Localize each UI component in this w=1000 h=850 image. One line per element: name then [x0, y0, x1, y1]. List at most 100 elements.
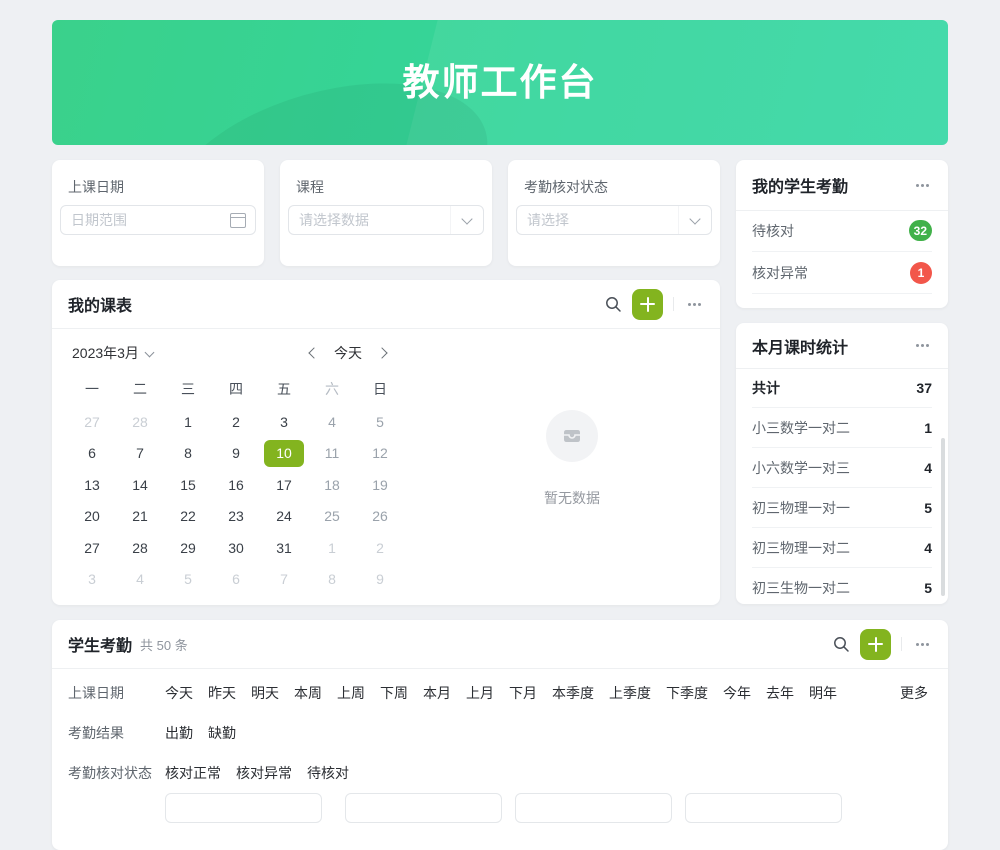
- calendar-day[interactable]: 18: [308, 469, 356, 501]
- calendar-day[interactable]: 26: [356, 501, 404, 533]
- header-banner: 教师工作台: [52, 20, 948, 145]
- calendar-day[interactable]: 17: [260, 469, 308, 501]
- filter-row: 考勤结果出勤缺勤: [68, 713, 932, 753]
- filter-option[interactable]: 昨天: [208, 683, 236, 703]
- search-icon[interactable]: [832, 635, 850, 653]
- calendar-day[interactable]: 22: [164, 501, 212, 533]
- calendar-day[interactable]: 27: [68, 532, 116, 564]
- filter-option[interactable]: 今年: [723, 683, 751, 703]
- calendar-day[interactable]: 1: [308, 532, 356, 564]
- stat-label: 小六数学一对三: [752, 458, 850, 478]
- filter-option[interactable]: 上季度: [609, 683, 651, 703]
- summary-row[interactable]: 核对异常1: [752, 252, 932, 294]
- calendar-day[interactable]: 15: [164, 469, 212, 501]
- filter-option[interactable]: 明年: [809, 683, 837, 703]
- card-title: 学生考勤: [68, 632, 132, 656]
- filter-option[interactable]: 上月: [466, 683, 494, 703]
- calendar-day[interactable]: 8: [308, 564, 356, 596]
- my-timetable-card: 我的课表 2023年3月 今天 一二三四五六日 2728123456789101…: [52, 280, 720, 605]
- calendar-day[interactable]: 2: [356, 532, 404, 564]
- date-range-input[interactable]: [61, 212, 230, 228]
- stat-label: 初三物理一对一: [752, 498, 850, 518]
- filter-option[interactable]: 缺勤: [208, 723, 236, 743]
- calendar-day[interactable]: 5: [164, 564, 212, 596]
- stat-label: 小三数学一对二: [752, 418, 850, 438]
- filter-input[interactable]: [165, 793, 322, 823]
- calendar-day[interactable]: 13: [68, 469, 116, 501]
- calendar-day[interactable]: 23: [212, 501, 260, 533]
- filter-option[interactable]: 今天: [165, 683, 193, 703]
- check-status-select[interactable]: 请选择: [516, 205, 712, 235]
- today-button[interactable]: 今天: [334, 343, 362, 363]
- more-menu-button[interactable]: [912, 175, 932, 195]
- more-menu-button[interactable]: [684, 294, 704, 314]
- calendar-day[interactable]: 7: [116, 438, 164, 470]
- calendar-day[interactable]: 21: [116, 501, 164, 533]
- calendar-day[interactable]: 24: [260, 501, 308, 533]
- more-menu-button[interactable]: [912, 634, 932, 654]
- filter-option[interactable]: 本周: [294, 683, 322, 703]
- calendar-day[interactable]: 9: [212, 438, 260, 470]
- next-month-button[interactable]: [376, 347, 387, 358]
- calendar-day[interactable]: 7: [260, 564, 308, 596]
- filter-option[interactable]: 本月: [423, 683, 451, 703]
- calendar-day[interactable]: 28: [116, 406, 164, 438]
- calendar-day[interactable]: 10: [260, 438, 308, 470]
- calendar-day[interactable]: 4: [116, 564, 164, 596]
- filter-option[interactable]: 去年: [766, 683, 794, 703]
- calendar-day[interactable]: 5: [356, 406, 404, 438]
- filter-option[interactable]: 核对异常: [236, 763, 292, 783]
- course-select[interactable]: 请选择数据: [288, 205, 484, 235]
- calendar-day[interactable]: 25: [308, 501, 356, 533]
- calendar-day[interactable]: 1: [164, 406, 212, 438]
- search-icon[interactable]: [604, 295, 622, 313]
- calendar-day[interactable]: 6: [68, 438, 116, 470]
- filter-option[interactable]: 明天: [251, 683, 279, 703]
- month-dropdown[interactable]: 2023年3月: [72, 343, 139, 363]
- calendar-day[interactable]: 3: [260, 406, 308, 438]
- filter-option[interactable]: 本季度: [552, 683, 594, 703]
- calendar-day[interactable]: 20: [68, 501, 116, 533]
- calendar-day[interactable]: 19: [356, 469, 404, 501]
- filter-option[interactable]: 下季度: [666, 683, 708, 703]
- date-range-field[interactable]: [60, 205, 256, 235]
- add-button[interactable]: [632, 289, 663, 320]
- filter-option[interactable]: 出勤: [165, 723, 193, 743]
- scrollbar-thumb[interactable]: [941, 438, 945, 596]
- filter-option[interactable]: 上周: [337, 683, 365, 703]
- ellipsis-icon: [921, 184, 924, 187]
- filter-option[interactable]: 待核对: [307, 763, 349, 783]
- filter-input[interactable]: [345, 793, 502, 823]
- calendar-day[interactable]: 8: [164, 438, 212, 470]
- filter-option[interactable]: 下周: [380, 683, 408, 703]
- prev-month-button[interactable]: [308, 347, 319, 358]
- calendar-day[interactable]: 14: [116, 469, 164, 501]
- calendar-day[interactable]: 3: [68, 564, 116, 596]
- filter-option[interactable]: 核对正常: [165, 763, 221, 783]
- calendar-day[interactable]: 30: [212, 532, 260, 564]
- calendar-weekday: 日: [356, 376, 404, 402]
- calendar-day[interactable]: 9: [356, 564, 404, 596]
- filter-input[interactable]: [685, 793, 842, 823]
- calendar-day[interactable]: 27: [68, 406, 116, 438]
- calendar-day[interactable]: 31: [260, 532, 308, 564]
- filter-more-link[interactable]: 更多: [900, 683, 932, 703]
- summary-row[interactable]: 待核对32: [752, 210, 932, 252]
- calendar-day[interactable]: 6: [212, 564, 260, 596]
- filter-row: 上课日期今天昨天明天本周上周下周本月上月下月本季度上季度下季度今年去年明年更多: [68, 673, 932, 713]
- stat-value: 5: [924, 500, 932, 516]
- filter-option[interactable]: 下月: [509, 683, 537, 703]
- add-button[interactable]: [860, 629, 891, 660]
- calendar-day[interactable]: 16: [212, 469, 260, 501]
- more-menu-button[interactable]: [912, 336, 932, 356]
- filter-input[interactable]: [515, 793, 672, 823]
- calendar-day[interactable]: 2: [212, 406, 260, 438]
- filter-card-date: 上课日期: [52, 160, 264, 266]
- calendar-day[interactable]: 12: [356, 438, 404, 470]
- calendar-day[interactable]: 29: [164, 532, 212, 564]
- calendar-day[interactable]: 11: [308, 438, 356, 470]
- calendar-day[interactable]: 28: [116, 532, 164, 564]
- calendar-day[interactable]: 4: [308, 406, 356, 438]
- stat-value: 4: [924, 540, 932, 556]
- page-title: 教师工作台: [52, 20, 948, 145]
